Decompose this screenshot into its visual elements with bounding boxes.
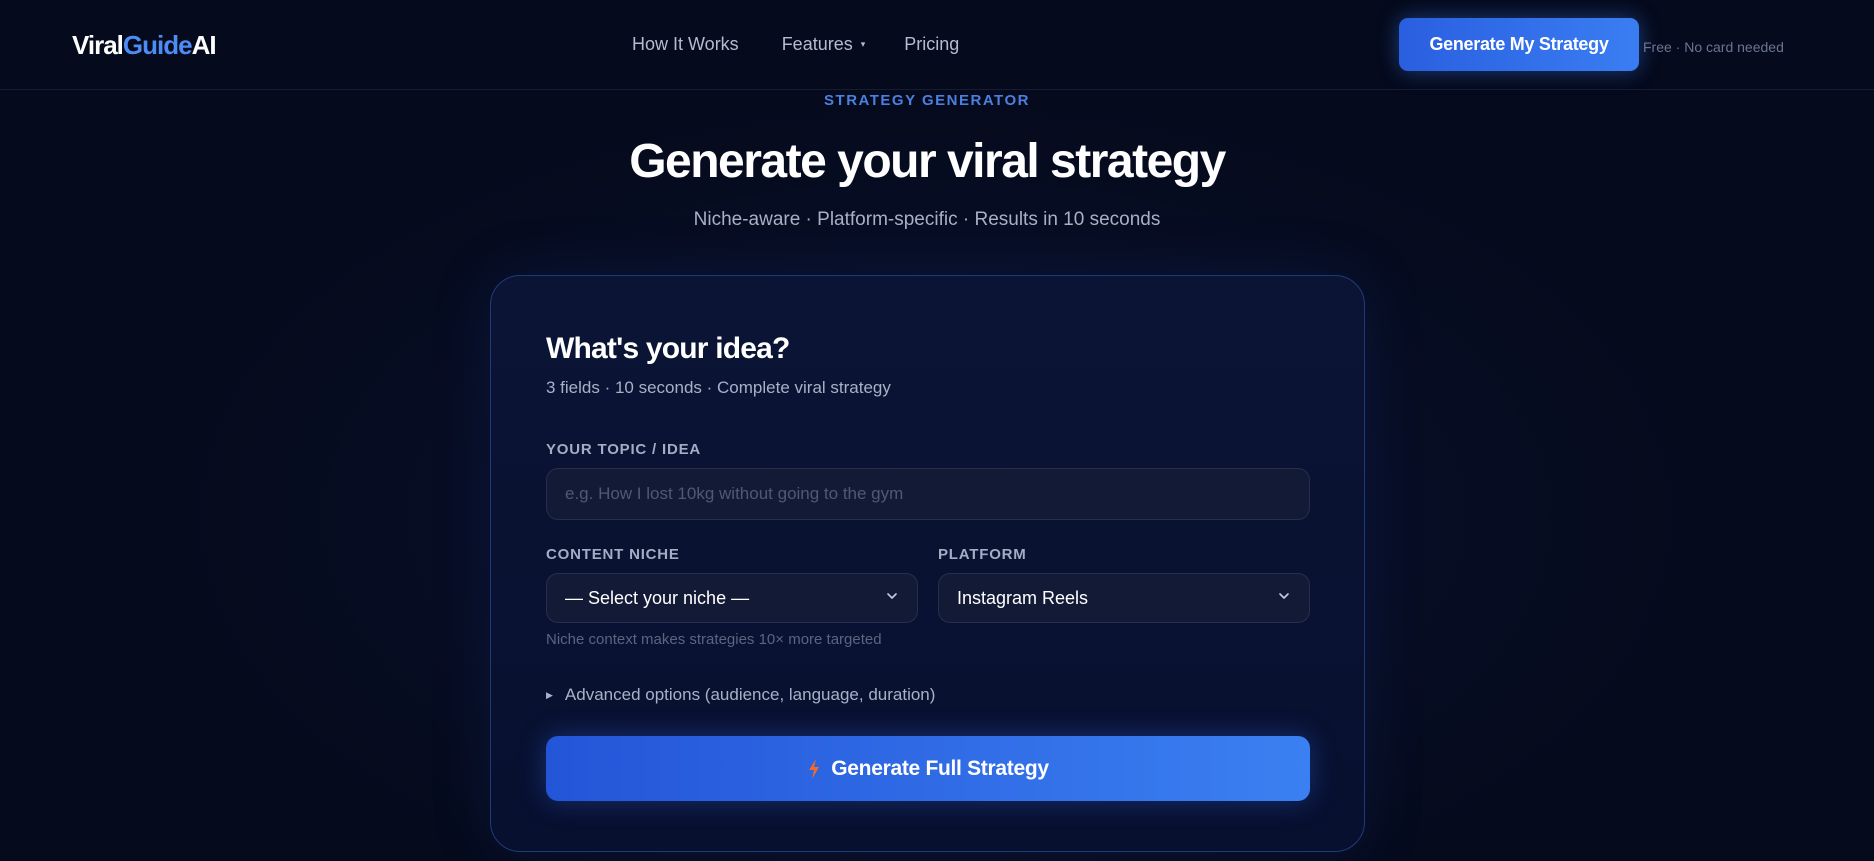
nav-link-label: Pricing bbox=[904, 34, 960, 54]
nav-link-label: Features bbox=[781, 34, 853, 54]
nav-link-how-it-works[interactable]: How It Works bbox=[632, 34, 739, 55]
chevron-down-icon bbox=[1279, 593, 1289, 599]
niche-select-value: — Select your niche — bbox=[565, 587, 750, 608]
page-subtitle: Niche-aware · Platform-specific · Result… bbox=[693, 209, 1161, 230]
niche-hint: Niche context makes strategies 10× more … bbox=[546, 631, 882, 648]
niche-label: CONTENT NICHE bbox=[546, 546, 680, 563]
niche-select[interactable]: — Select your niche — bbox=[546, 573, 918, 623]
logo-part-ai: AI bbox=[191, 30, 217, 60]
generate-my-strategy-button[interactable]: Generate My Strategy bbox=[1399, 18, 1639, 71]
form-title: What's your idea? bbox=[546, 332, 790, 365]
logo[interactable]: ViralGuideAI bbox=[72, 30, 217, 61]
chevron-down-icon bbox=[887, 593, 897, 599]
platform-label: PLATFORM bbox=[938, 546, 1027, 563]
form-subtitle: 3 fields · 10 seconds · Complete viral s… bbox=[546, 378, 891, 397]
platform-select-value: Instagram Reels bbox=[957, 587, 1089, 608]
caret-down-icon: ▾ bbox=[860, 39, 866, 49]
logo-part-guide: Guide bbox=[122, 30, 193, 60]
topic-input[interactable] bbox=[546, 468, 1310, 520]
nav-link-features[interactable]: Features ▾ bbox=[782, 34, 866, 55]
page: ViralGuideAI How It Works Features ▾ Pri… bbox=[0, 0, 1874, 861]
logo-part-viral: Viral bbox=[72, 30, 124, 60]
top-nav: ViralGuideAI How It Works Features ▾ Pri… bbox=[0, 0, 1874, 90]
nav-link-label: How It Works bbox=[632, 34, 739, 54]
section-eyebrow: STRATEGY GENERATOR bbox=[824, 92, 1030, 109]
triangle-right-icon: ▶ bbox=[546, 689, 553, 700]
strategy-form-card: What's your idea? 3 fields · 10 seconds … bbox=[490, 275, 1365, 852]
generate-full-strategy-button[interactable]: Generate Full Strategy bbox=[546, 736, 1310, 801]
advanced-options-label: Advanced options (audience, language, du… bbox=[564, 685, 936, 704]
generate-full-strategy-label: Generate Full Strategy bbox=[831, 756, 1049, 780]
lightning-bolt-icon bbox=[809, 758, 820, 779]
nav-link-pricing[interactable]: Pricing bbox=[904, 34, 959, 55]
platform-select[interactable]: Instagram Reels bbox=[938, 573, 1310, 623]
page-title: Generate your viral strategy bbox=[629, 135, 1226, 188]
cta-note: Free · No card needed bbox=[1643, 39, 1784, 55]
advanced-options-toggle[interactable]: ▶ Advanced options (audience, language, … bbox=[546, 685, 935, 705]
nav-links: How It Works Features ▾ Pricing bbox=[632, 34, 959, 55]
topic-label: YOUR TOPIC / IDEA bbox=[546, 441, 702, 458]
